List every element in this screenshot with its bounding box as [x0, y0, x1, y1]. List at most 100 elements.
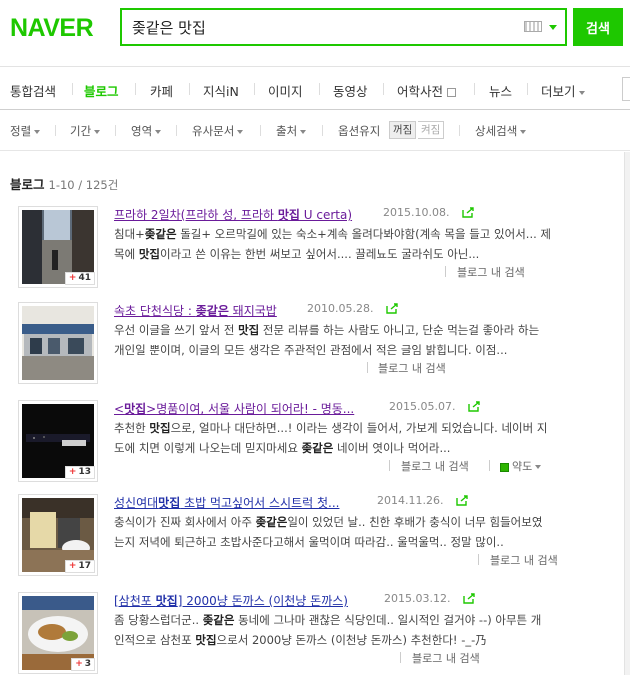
tab-divider — [135, 83, 136, 95]
tab-divider — [254, 83, 255, 95]
new-window-icon — [447, 88, 457, 97]
scrollbar[interactable] — [624, 152, 630, 675]
share-icon[interactable] — [463, 593, 476, 604]
tab-divider — [474, 83, 475, 95]
snippet-line: 추천한 맛집으로, 얼마나 대단하면...! 이라는 생각이 들어서, 가보게 … — [114, 421, 548, 435]
meta-divider — [389, 460, 390, 471]
snippet-line: 는지 저녁에 퇴근하고 초밥사준다고해서 울먹이며 따라감.. 울먹울먹.. 정… — [114, 534, 504, 549]
map-link-label: 약도 — [512, 460, 533, 473]
filter-period[interactable]: 기간 — [70, 123, 101, 139]
tab-divider — [189, 83, 190, 95]
tab-kin[interactable]: 지식iN — [203, 81, 239, 100]
filter-source[interactable]: 출처 — [276, 123, 307, 139]
chevron-down-icon — [34, 129, 41, 134]
tab-divider — [319, 83, 320, 95]
filter-divider — [115, 125, 116, 136]
thumbnail[interactable]: +3 — [18, 592, 98, 674]
snippet-line: 인적으로 삼천포 맛집으로서 2000냥 돈까스 (이천냥 돈까스) 추천한다!… — [114, 632, 487, 647]
autocomplete-toggle-icon[interactable] — [549, 25, 557, 30]
filter-detail-label: 상세검색 — [475, 124, 518, 138]
badge-count: 41 — [78, 273, 91, 283]
side-box — [622, 77, 630, 101]
tab-blog[interactable]: 블로그 — [84, 81, 119, 100]
badge-count: 3 — [84, 659, 91, 669]
tab-divider — [72, 83, 73, 95]
filter-source-label: 출처 — [276, 124, 298, 138]
result-snippet: 좀 당황스럽더군.. 좆같은 동네에 그나마 괜찮은 식당인데.. 일시적인 걸… — [114, 611, 614, 650]
blog-search-link[interactable]: 블로그 내 검색 — [401, 458, 469, 474]
results-section-title: 블로그 — [10, 177, 45, 192]
result-snippet: 추천한 맛집으로, 얼마나 대단하면...! 이라는 생각이 들어서, 가보게 … — [114, 419, 614, 458]
snippet-line: 침대+좆같은 돌길+ 오르막길에 있는 숙소+계속 올려다봐야함(계속 목을 들… — [114, 227, 551, 241]
snippet-line: 좀 당황스럽더군.. 좆같은 동네에 그나마 괜찮은 식당인데.. 일시적인 걸… — [114, 613, 542, 627]
filter-area-label: 영역 — [131, 124, 153, 138]
result-title[interactable]: 프라하 2일차(프라하 성, 프라하 맛집 U certa) — [114, 206, 352, 223]
share-icon[interactable] — [386, 303, 399, 314]
meta-divider — [445, 266, 446, 277]
tab-dictionary-label: 어학사전 — [397, 84, 444, 99]
map-icon — [500, 462, 509, 472]
filter-divider — [260, 125, 261, 136]
image-count-badge: +17 — [64, 560, 95, 573]
tab-cafe[interactable]: 카페 — [150, 81, 173, 100]
tab-integrated[interactable]: 통합검색 — [10, 81, 56, 100]
result-snippet: 우선 이글을 쓰기 앞서 전 맛집 전문 리뷰를 하는 사람도 아니고, 단순 … — [114, 321, 614, 360]
option-keep-off-toggle[interactable]: 꺼짐 — [389, 121, 417, 139]
search-box[interactable] — [120, 8, 567, 46]
tab-dictionary[interactable]: 어학사전 — [397, 81, 457, 100]
filter-divider — [55, 125, 56, 136]
result-title[interactable]: 성신여대맛집 초밥 먹고싶어서 스시트럭 첫... — [114, 494, 339, 511]
filter-similar-label: 유사문서 — [192, 124, 235, 138]
result-snippet: 침대+좆같은 돌길+ 오르막길에 있는 숙소+계속 올려다봐야함(계속 목을 들… — [114, 225, 614, 264]
snippet-line: 도에 치면 이렇게 나오는데 믿지마세요 좆같은 네이버 엿이나 먹어라... — [114, 440, 451, 455]
blog-search-link[interactable]: 블로그 내 검색 — [457, 264, 525, 280]
search-button[interactable]: 검색 — [573, 8, 623, 46]
filter-area[interactable]: 영역 — [131, 123, 162, 139]
tab-more[interactable]: 더보기 — [541, 81, 585, 100]
result-title[interactable]: [삼천포 맛집] 2000냥 돈까스 (이천냥 돈까스) — [114, 592, 348, 609]
share-icon[interactable] — [462, 207, 475, 218]
blog-search-link[interactable]: 블로그 내 검색 — [378, 360, 446, 376]
search-input[interactable] — [132, 16, 512, 38]
tab-image[interactable]: 이미지 — [268, 81, 303, 100]
result-title[interactable]: <맛집>명품이여, 서울 사람이 되어라! - 명동... — [114, 400, 354, 417]
filter-detail[interactable]: 상세검색 — [475, 123, 527, 139]
map-link[interactable]: 약도 — [500, 458, 542, 474]
filter-divider — [322, 125, 323, 136]
option-keep-on-toggle[interactable]: 켜짐 — [418, 121, 445, 139]
share-icon[interactable] — [468, 401, 481, 412]
keyboard-icon[interactable] — [524, 21, 542, 32]
thumbnail[interactable]: +13 — [18, 400, 98, 482]
option-keep-label: 옵션유지 — [338, 124, 381, 138]
filter-sort[interactable]: 정렬 — [10, 123, 41, 139]
tab-video[interactable]: 동영상 — [333, 81, 368, 100]
result-title[interactable]: 속초 단천식당 : 좆같은 돼지국밥 — [114, 302, 277, 319]
blog-search-link[interactable]: 블로그 내 검색 — [412, 650, 480, 666]
meta-divider — [489, 460, 490, 471]
blog-search-link[interactable]: 블로그 내 검색 — [490, 552, 558, 568]
thumbnail[interactable] — [18, 302, 98, 384]
filter-divider — [176, 125, 177, 136]
tab-divider — [527, 83, 528, 95]
share-icon[interactable] — [456, 495, 469, 506]
thumbnail[interactable]: +17 — [18, 494, 98, 576]
meta-divider — [367, 362, 368, 373]
filter-similar[interactable]: 유사문서 — [192, 123, 244, 139]
chevron-down-icon — [535, 465, 542, 469]
image-count-badge: +41 — [64, 272, 95, 285]
chevron-down-icon — [520, 129, 527, 134]
chevron-down-icon — [155, 129, 162, 134]
badge-count: 13 — [78, 467, 91, 477]
thumbnail[interactable]: +41 — [18, 206, 98, 288]
chevron-down-icon — [300, 129, 307, 134]
naver-logo[interactable]: NAVER — [10, 14, 94, 43]
tab-more-label: 더보기 — [541, 84, 576, 99]
category-tabs: 통합검색 블로그 카페 지식iN 이미지 동영상 어학사전 뉴스 더보기 — [0, 66, 630, 110]
tab-news[interactable]: 뉴스 — [489, 81, 512, 100]
image-count-badge: +3 — [71, 658, 95, 671]
chevron-down-icon — [237, 129, 244, 134]
result-date: 2015.03.12. — [384, 592, 451, 605]
snippet-line: 충식이가 진짜 회사에서 아주 좆같은일이 있었던 날.. 친한 후배가 충식이… — [114, 515, 543, 529]
meta-divider — [478, 554, 479, 565]
results-count: 1-10 / 125건 — [48, 178, 119, 192]
